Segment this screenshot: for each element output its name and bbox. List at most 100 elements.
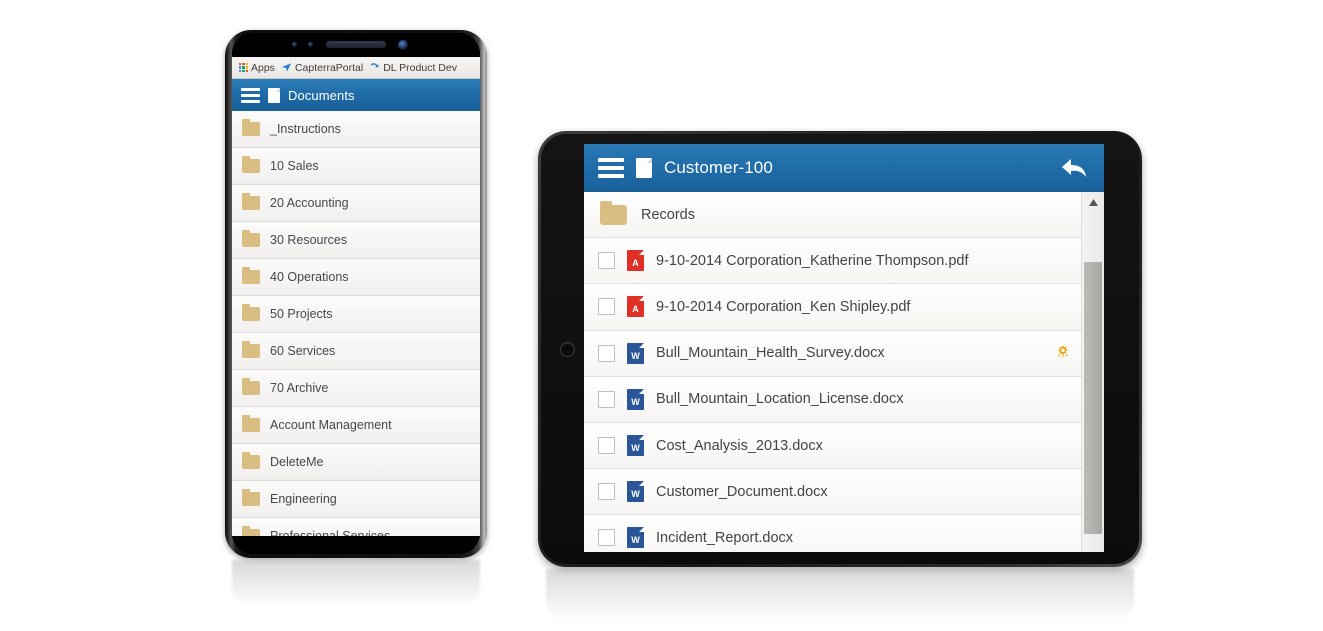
list-item[interactable]: 70 Archive	[232, 370, 480, 407]
tablet-home-button[interactable]	[560, 342, 575, 357]
folder-icon	[242, 119, 260, 136]
folder-label: Professional Services	[270, 529, 391, 536]
folder-label: 30 Resources	[270, 233, 348, 247]
folder-icon	[242, 304, 260, 321]
list-item[interactable]: 10 Sales	[232, 148, 480, 185]
document-icon	[636, 158, 652, 178]
folder-icon	[242, 156, 260, 173]
phone-glass: Apps CapterraPortal DL Product Dev Docum…	[232, 33, 480, 554]
folder-label: Engineering	[270, 492, 337, 506]
row-checkbox[interactable]	[598, 483, 615, 501]
bookmark-apps[interactable]: Apps	[239, 62, 275, 74]
gear-icon[interactable]	[1054, 344, 1072, 362]
row-checkbox[interactable]	[598, 390, 615, 408]
bookmark-capterraportal-label: CapterraPortal	[294, 61, 364, 74]
list-item[interactable]: 50 Projects	[232, 296, 480, 333]
folder-icon	[242, 415, 260, 432]
folder-label: 60 Services	[270, 344, 336, 358]
row-checkbox[interactable]	[598, 344, 615, 362]
front-camera-icon	[398, 40, 408, 50]
file-name-label: Bull_Mountain_Location_License.docx	[656, 391, 904, 408]
earpiece-speaker	[326, 41, 386, 48]
scroll-up-arrow-icon[interactable]	[1082, 192, 1104, 212]
folder-icon	[242, 193, 260, 210]
folder-label: 50 Projects	[270, 307, 333, 321]
file-row[interactable]: W Bull_Mountain_Location_License.docx	[584, 376, 1082, 423]
file-name-label: Cost_Analysis_2013.docx	[656, 437, 823, 454]
smartphone-device: Apps CapterraPortal DL Product Dev Docum…	[225, 30, 487, 558]
phone-header-title: Documents	[288, 87, 355, 103]
folder-label: 70 Archive	[270, 381, 329, 395]
tablet-app-header: Customer-100	[584, 144, 1104, 192]
folder-label: Account Management	[270, 418, 392, 432]
tablet-file-browser: Records A 9-10-2014 Corporation_Katherine …	[584, 192, 1104, 552]
file-row[interactable]: W Customer_Document.docx	[584, 469, 1082, 516]
list-item[interactable]: 40 Operations	[232, 259, 480, 296]
word-file-icon: W	[627, 481, 644, 503]
folder-icon	[600, 200, 627, 225]
word-file-icon: W	[627, 527, 644, 549]
tablet-header-title: Customer-100	[664, 158, 773, 177]
file-name-label: 9-10-2014 Corporation_Katherine Thompson…	[656, 252, 969, 269]
folder-icon	[242, 230, 260, 247]
folder-icon	[242, 452, 260, 469]
file-name-label: Incident_Report.docx	[656, 529, 794, 546]
folder-label: DeleteMe	[270, 455, 324, 469]
list-item[interactable]: 30 Resources	[232, 222, 480, 259]
proximity-sensor-icon	[292, 42, 297, 47]
file-row[interactable]: W Incident_Report.docx	[584, 515, 1082, 552]
back-arrow-icon[interactable]	[1060, 155, 1090, 181]
file-row[interactable]: A 9-10-2014 Corporation_Ken Shipley.pdf	[584, 284, 1082, 331]
folder-row[interactable]: Records	[584, 192, 1082, 239]
tablet-device: Customer-100 Records A 9-10-2014 Corporati…	[538, 131, 1142, 567]
apps-grid-icon	[239, 63, 248, 72]
file-row[interactable]: W Cost_Analysis_2013.docx	[584, 422, 1082, 470]
phone-screen: Apps CapterraPortal DL Product Dev Docum…	[232, 57, 480, 536]
hamburger-icon[interactable]	[598, 158, 624, 178]
paper-plane-icon	[281, 62, 292, 73]
browser-bookmark-bar: Apps CapterraPortal DL Product Dev	[232, 57, 480, 79]
list-item[interactable]: _Instructions	[232, 111, 480, 148]
folder-icon	[242, 378, 260, 395]
tablet-screen: Customer-100 Records A 9-10-2014 Corporati…	[584, 144, 1104, 552]
folder-icon	[242, 341, 260, 358]
document-icon	[268, 87, 280, 103]
file-name-label: 9-10-2014 Corporation_Ken Shipley.pdf	[656, 298, 911, 315]
file-row[interactable]: W Bull_Mountain_Health_Survey.docx	[584, 330, 1082, 377]
light-sensor-icon	[308, 42, 313, 47]
phone-folder-list[interactable]: _Instructions 10 Sales 20 Accounting 30 Res…	[232, 111, 480, 536]
bookmark-capterraportal[interactable]: CapterraPortal	[281, 62, 363, 74]
bookmark-dl-product-dev-label: DL Product Dev	[383, 61, 457, 74]
row-checkbox[interactable]	[598, 252, 615, 270]
row-checkbox[interactable]	[598, 298, 615, 316]
list-item[interactable]: Account Management	[232, 407, 480, 444]
word-file-icon: W	[627, 388, 644, 410]
folder-label: Records	[641, 206, 695, 223]
pdf-file-icon: A	[627, 250, 644, 272]
file-name-label: Customer_Document.docx	[656, 483, 828, 500]
list-item[interactable]: Engineering	[232, 481, 480, 518]
phone-top-bezel	[232, 33, 480, 57]
list-item[interactable]: 20 Accounting	[232, 185, 480, 222]
folder-icon	[242, 526, 260, 536]
vertical-scrollbar[interactable]	[1081, 192, 1104, 552]
row-checkbox[interactable]	[598, 529, 615, 547]
list-item[interactable]: 60 Services	[232, 333, 480, 370]
blue-app-icon	[369, 62, 380, 73]
list-item[interactable]: DeleteMe	[232, 444, 480, 481]
file-row[interactable]: A 9-10-2014 Corporation_Katherine Thompso…	[584, 238, 1082, 285]
phone-reflection	[232, 560, 480, 606]
row-checkbox[interactable]	[598, 437, 615, 455]
hamburger-icon[interactable]	[241, 87, 260, 103]
folder-label: 20 Accounting	[270, 196, 349, 210]
folder-icon	[242, 489, 260, 506]
folder-label: 40 Operations	[270, 270, 349, 284]
tablet-file-list[interactable]: Records A 9-10-2014 Corporation_Katherine …	[584, 192, 1104, 552]
phone-bottom-bezel	[232, 536, 480, 554]
list-item[interactable]: Professional Services	[232, 518, 480, 536]
folder-label: 10 Sales	[270, 159, 319, 173]
bookmark-dl-product-dev[interactable]: DL Product Dev	[369, 62, 457, 74]
scrollbar-thumb[interactable]	[1084, 262, 1102, 534]
pdf-file-icon: A	[627, 296, 644, 318]
folder-icon	[242, 267, 260, 284]
